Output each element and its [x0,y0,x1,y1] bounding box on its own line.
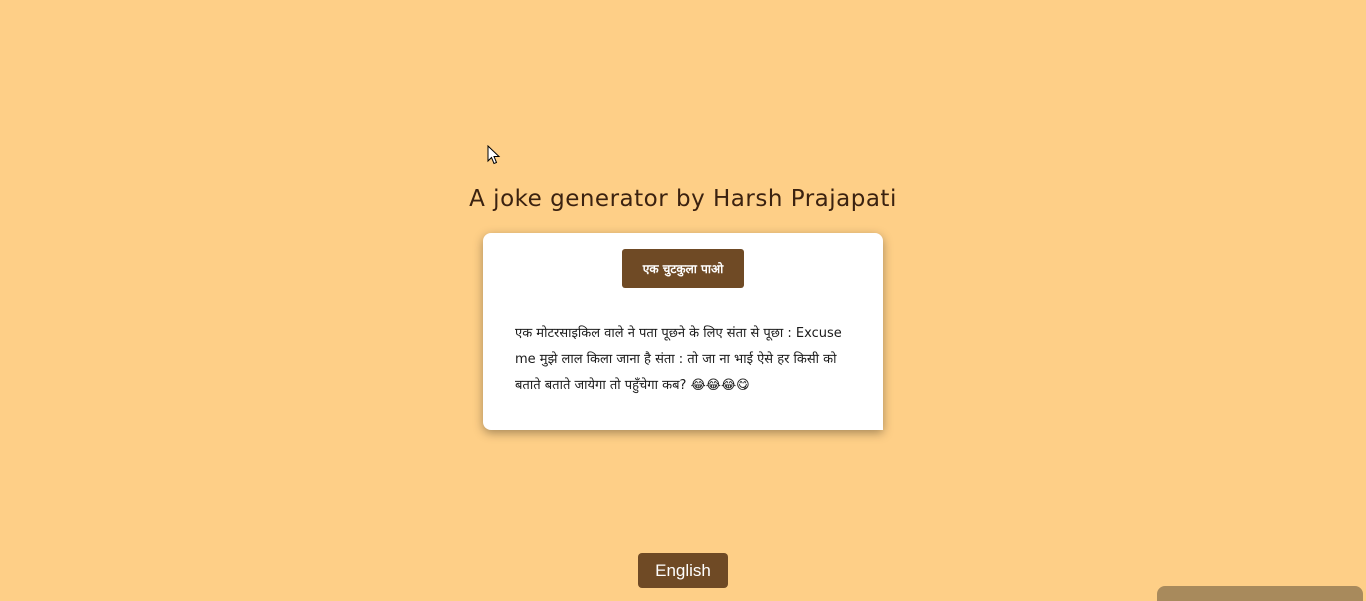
get-joke-button[interactable]: एक चुटकुला पाओ [622,249,744,288]
language-toggle-button[interactable]: English [638,553,728,588]
page-title: A joke generator by Harsh Prajapati [469,186,897,212]
joke-card: एक चुटकुला पाओ एक मोटरसाइकिल वाले ने पता… [483,233,883,430]
joke-text: एक मोटरसाइकिल वाले ने पता पूछने के लिए स… [515,326,842,393]
mouse-pointer-icon [487,145,501,165]
corner-panel [1157,586,1363,601]
